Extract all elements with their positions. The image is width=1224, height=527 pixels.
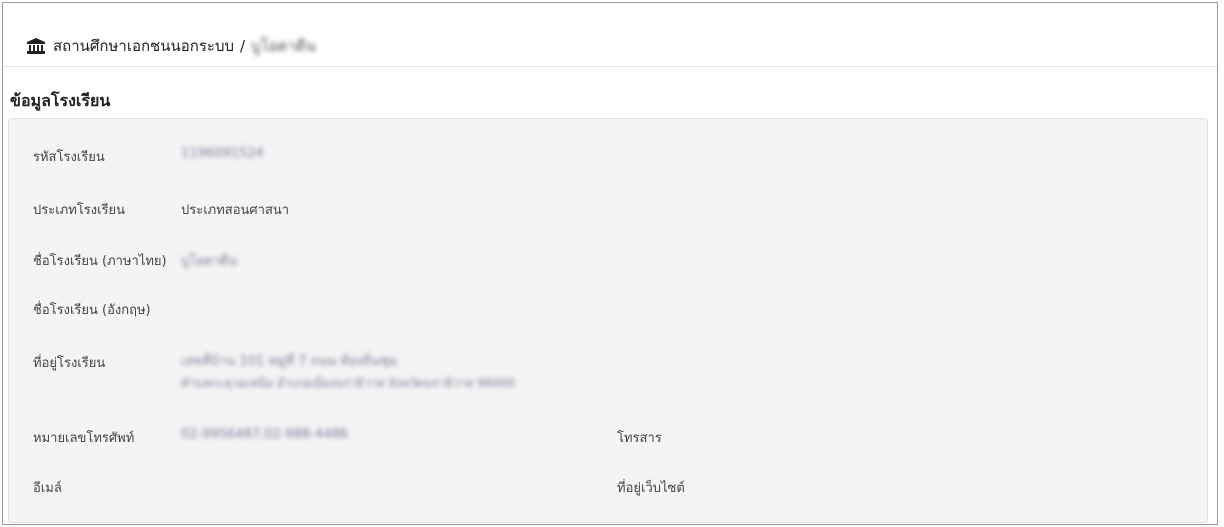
bank-icon (27, 37, 45, 54)
name-th-label: ชื่อโรงเรียน (ภาษาไทย) (33, 254, 167, 269)
address-label: ที่อยู่โรงเรียน (33, 356, 106, 371)
name-en-label: ชื่อโรงเรียน (อังกฤษ) (33, 303, 151, 318)
name-th-value: บูโอตาดีน (181, 254, 238, 269)
email-label: อีเมล์ (33, 481, 62, 496)
breadcrumb: สถานศึกษาเอกชนนอกระบบ / บูโอตาดีน (3, 3, 1217, 67)
school-info-panel: รหัสโรงเรียน 1196091524 ประเภทโรงเรียน ป… (8, 118, 1208, 523)
phone-value: 02-9956487,02-988-4486 (181, 427, 349, 442)
section-title: ข้อมูลโรงเรียน (10, 91, 111, 110)
school-type-value: ประเภทสอนศาสนา (181, 203, 290, 218)
address-line1: เลขที่บ้าน 101 หมู่ที่ 7 ถนน ท้องถิ่นชุม (181, 354, 398, 369)
breadcrumb-root-link[interactable]: สถานศึกษาเอกชนนอกระบบ (53, 34, 234, 58)
breadcrumb-separator: / (239, 36, 246, 55)
phone-label: หมายเลขโทรศัพท์ (33, 431, 135, 446)
fax-label: โทรสาร (617, 431, 662, 446)
school-type-label: ประเภทโรงเรียน (33, 203, 126, 218)
breadcrumb-current: บูโอตาดีน (251, 36, 316, 55)
school-code-value: 1196091524 (181, 146, 264, 161)
address-line2: ตำบลกะลุวอเหนือ อำเภอเมืองนราธิวาส จังหว… (181, 376, 516, 390)
school-code-label: รหัสโรงเรียน (33, 150, 105, 165)
website-label: ที่อยู่เว็บไซต์ (617, 481, 685, 496)
